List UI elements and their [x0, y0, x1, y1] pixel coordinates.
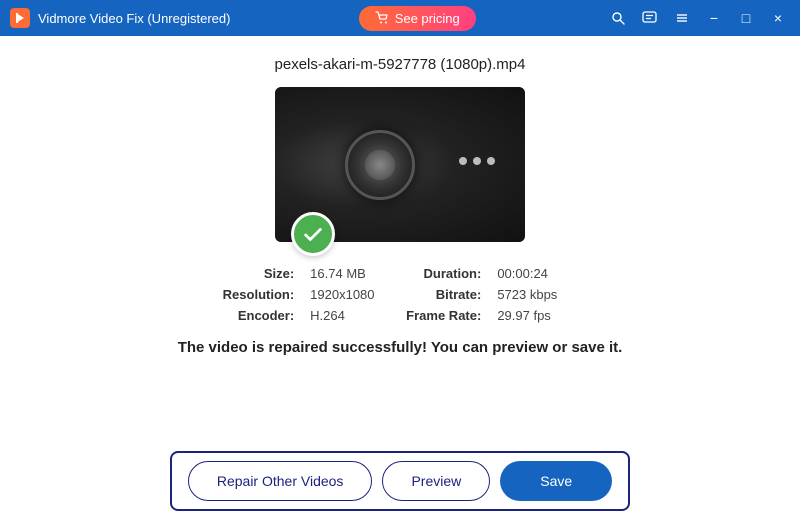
maximize-button[interactable]: □	[732, 4, 760, 32]
title-bar: Vidmore Video Fix (Unregistered) See pri…	[0, 0, 800, 36]
duration-label: Duration:	[406, 266, 481, 281]
video-preview-container	[275, 87, 525, 242]
title-bar-center: See pricing	[359, 6, 476, 31]
camera-lens-graphic	[345, 130, 415, 200]
video-filename: pexels-akari-m-5927778 (1080p).mp4	[275, 56, 526, 73]
save-label: Save	[540, 473, 572, 489]
size-value: 16.74 MB	[310, 266, 390, 281]
framerate-label: Frame Rate:	[406, 308, 481, 323]
window-controls: − □ ×	[604, 4, 792, 32]
bitrate-value: 5723 kbps	[497, 287, 577, 302]
encoder-value: H.264	[310, 308, 390, 323]
preview-label: Preview	[411, 473, 461, 489]
action-buttons-container: Repair Other Videos Preview Save	[170, 451, 630, 511]
success-badge	[291, 212, 335, 256]
video-info-table: Size: 16.74 MB Duration: 00:00:24 Resolu…	[223, 266, 578, 323]
app-title: Vidmore Video Fix (Unregistered)	[38, 11, 230, 26]
success-message: The video is repaired successfully! You …	[178, 339, 623, 356]
repair-other-button[interactable]: Repair Other Videos	[188, 461, 373, 501]
size-label: Size:	[223, 266, 295, 281]
repair-other-label: Repair Other Videos	[217, 473, 344, 489]
action-bar: Repair Other Videos Preview Save	[0, 443, 800, 519]
chat-titlebar-icon[interactable]	[636, 4, 664, 32]
video-dots	[459, 157, 495, 165]
minimize-button[interactable]: −	[700, 4, 728, 32]
bitrate-label: Bitrate:	[406, 287, 481, 302]
duration-value: 00:00:24	[497, 266, 577, 281]
save-button[interactable]: Save	[500, 461, 612, 501]
encoder-label: Encoder:	[223, 308, 295, 323]
app-logo	[10, 8, 30, 28]
search-titlebar-icon[interactable]	[604, 4, 632, 32]
cart-icon	[375, 11, 389, 25]
resolution-value: 1920x1080	[310, 287, 390, 302]
title-bar-left: Vidmore Video Fix (Unregistered)	[10, 8, 230, 28]
menu-titlebar-icon[interactable]	[668, 4, 696, 32]
preview-button[interactable]: Preview	[382, 461, 490, 501]
framerate-value: 29.97 fps	[497, 308, 577, 323]
close-button[interactable]: ×	[764, 4, 792, 32]
resolution-label: Resolution:	[223, 287, 295, 302]
pricing-label: See pricing	[395, 11, 460, 26]
main-content: pexels-akari-m-5927778 (1080p).mp4 Size:…	[0, 36, 800, 443]
pricing-button[interactable]: See pricing	[359, 6, 476, 31]
checkmark-icon	[302, 223, 324, 245]
